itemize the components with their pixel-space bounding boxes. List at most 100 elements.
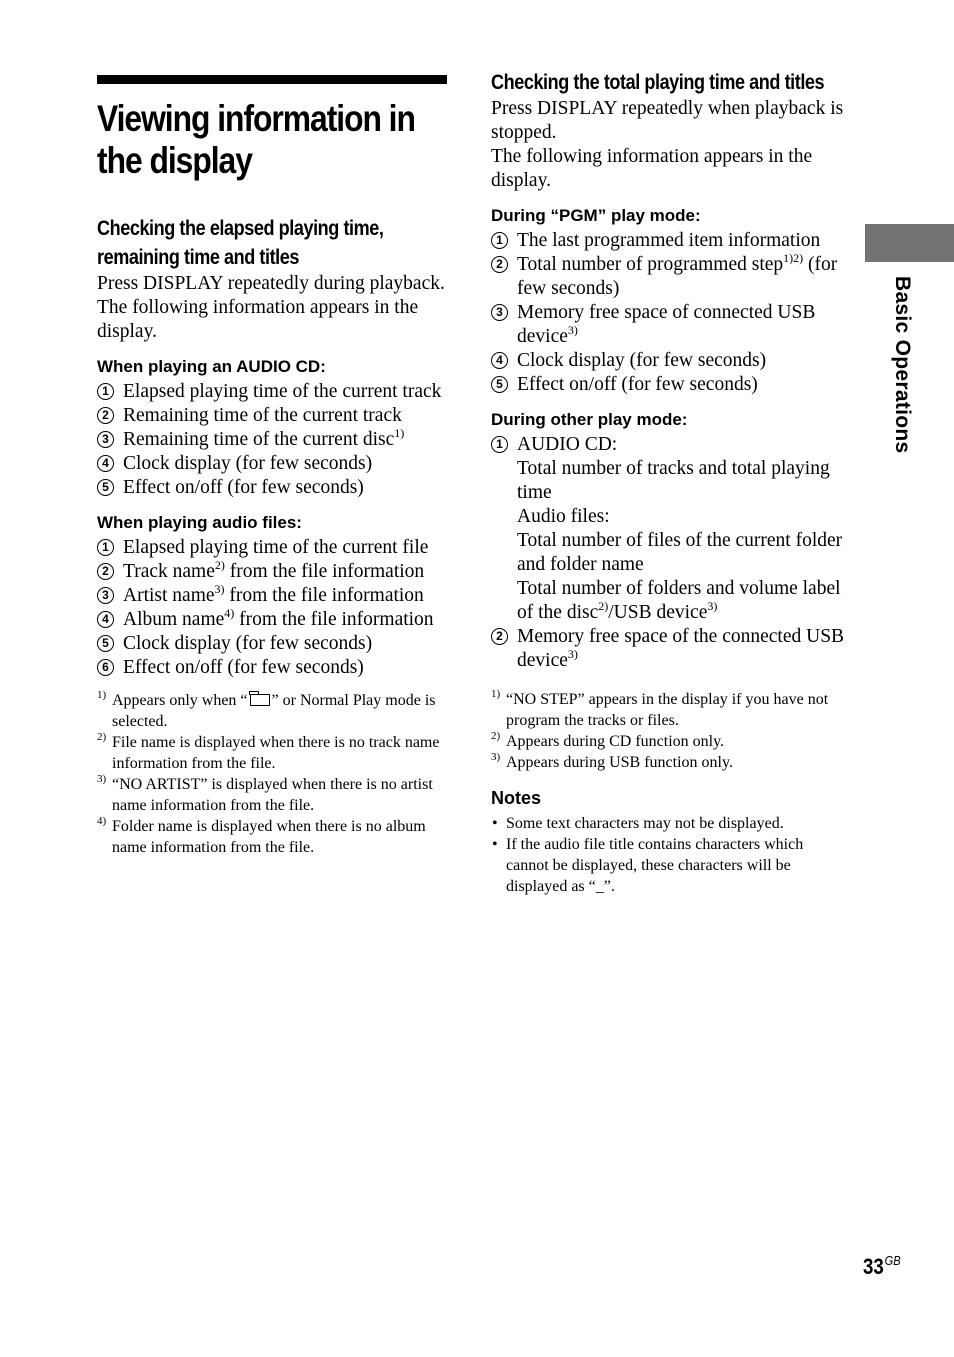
circled-number: 1 — [97, 383, 114, 400]
folder-icon — [249, 691, 270, 706]
footnote-mark: 3) — [97, 773, 107, 785]
subheading-pgm-mode: During “PGM” play mode: — [491, 206, 701, 225]
circled-number: 5 — [97, 635, 114, 652]
item-label: AUDIO CD: — [517, 434, 618, 455]
footnote-ref: 2) — [598, 599, 609, 613]
intro-paragraph: The following information appears in the… — [491, 146, 813, 191]
footnote-text: Appears during USB function only. — [506, 754, 733, 771]
list-item: 6 Effect on/off (for few seconds) — [97, 656, 449, 680]
footnote-ref: 3) — [567, 323, 578, 337]
item-text: Clock display (for few seconds) — [123, 453, 373, 474]
item-text: Album name — [123, 609, 225, 630]
intro-paragraph: The following information appears in the… — [97, 297, 419, 342]
subheading-audio-cd: When playing an AUDIO CD: — [97, 357, 326, 376]
item-text: Memory free space of the connected USB d… — [517, 626, 845, 671]
footnote-mark: 1) — [97, 689, 107, 701]
footnote-ref: 3) — [567, 647, 578, 661]
audio-cd-list: 1 Elapsed playing time of the current tra… — [97, 380, 449, 500]
circled-number: 4 — [97, 455, 114, 472]
footnote-text: Appears during CD function only. — [506, 733, 725, 750]
circled-number: 4 — [491, 352, 508, 369]
audio-files-list: 1 Elapsed playing time of the current fil… — [97, 536, 449, 680]
footnote-ref: 2) — [214, 558, 225, 572]
list-item: 1 Elapsed playing time of the current tra… — [97, 380, 449, 404]
circled-number: 6 — [97, 659, 114, 676]
item-text: Elapsed playing time of the current trac… — [123, 381, 442, 402]
subheading-audio-files: When playing audio files: — [97, 513, 302, 532]
footnote: 1) Appears only when “” or Normal Play mo… — [97, 689, 449, 732]
footnote-text: Appears only when “ — [112, 692, 248, 709]
footnote-ref: 3) — [214, 582, 225, 596]
footnote-text: “NO ARTIST” is displayed when there is n… — [112, 776, 433, 814]
list-item: 1 The last programmed item information — [491, 229, 847, 253]
item-text-rest: from the file information — [224, 561, 425, 582]
circled-number: 2 — [97, 407, 114, 424]
footnote-ref: 3) — [707, 599, 718, 613]
intro-paragraph: Press DISPLAY repeatedly during playback… — [97, 273, 445, 294]
item-line: Audio files: — [517, 506, 610, 527]
circled-number: 3 — [97, 431, 114, 448]
other-mode-list: 1 AUDIO CD: Total number of tracks and t… — [491, 433, 847, 673]
page-number: 33GB — [863, 1253, 901, 1280]
section-title-elapsed: Checking the elapsed playing time, remai… — [97, 217, 384, 269]
footnote-mark: 2) — [97, 731, 107, 743]
footnote-text: Folder name is displayed when there is n… — [112, 818, 426, 856]
item-text: Clock display (for few seconds) — [123, 633, 373, 654]
item-text: Total number of programmed step — [517, 254, 784, 275]
notes-heading: Notes — [491, 788, 542, 808]
list-item: 4 Clock display (for few seconds) — [491, 349, 847, 373]
list-item: 5 Effect on/off (for few seconds) — [491, 373, 847, 397]
footnote-text: File name is displayed when there is no … — [112, 734, 440, 772]
page-title: Viewing information in the display — [97, 98, 416, 181]
page-number-suffix: GB — [884, 1253, 901, 1268]
circled-number: 3 — [97, 587, 114, 604]
item-text: Elapsed playing time of the current file — [123, 537, 429, 558]
footnote-ref: 1)2) — [783, 251, 804, 265]
footnote-text: “NO STEP” appears in the display if you … — [506, 691, 829, 729]
item-text: Clock display (for few seconds) — [517, 350, 767, 371]
item-text: The last programmed item information — [517, 230, 821, 251]
left-column: Viewing information in the display Check… — [97, 75, 449, 858]
list-item: 2 Remaining time of the current track — [97, 404, 449, 428]
circled-number: 2 — [491, 256, 508, 273]
list-item: 5 Clock display (for few seconds) — [97, 632, 449, 656]
circled-number: 2 — [491, 628, 508, 645]
circled-number: 3 — [491, 304, 508, 321]
subheading-other-mode: During other play mode: — [491, 410, 688, 429]
item-text: Effect on/off (for few seconds) — [517, 374, 758, 395]
section-tab-marker — [865, 224, 954, 262]
section-title-total: Checking the total playing time and titl… — [491, 71, 825, 94]
item-text: Track name — [123, 561, 215, 582]
circled-number: 5 — [491, 376, 508, 393]
item-text: Effect on/off (for few seconds) — [123, 477, 364, 498]
item-text: Remaining time of the current disc — [123, 429, 395, 450]
title-rule — [97, 75, 447, 84]
pgm-mode-list: 1 The last programmed item information 2T… — [491, 229, 847, 397]
list-item: 2 Memory free space of the connected USB … — [491, 625, 847, 673]
circled-number: 2 — [97, 563, 114, 580]
list-item: 3 Artist name3) from the file information — [97, 582, 449, 608]
list-item: 1 Elapsed playing time of the current fil… — [97, 536, 449, 560]
circled-number: 1 — [491, 436, 508, 453]
list-item: 5 Effect on/off (for few seconds) — [97, 476, 449, 500]
right-column: Checking the total playing time and titl… — [491, 68, 847, 897]
list-item: 2 Track name2) from the file information — [97, 558, 449, 584]
item-text-rest: from the file information — [224, 585, 424, 606]
footnote-mark: 2) — [491, 730, 501, 742]
list-item: 2 Total number of programmed step1)2) (fo… — [491, 251, 847, 301]
footnotes-right: 1) “NO STEP” appears in the display if yo… — [491, 688, 847, 773]
circled-number: 5 — [97, 479, 114, 496]
footnotes-left: 1) Appears only when “” or Normal Play mo… — [97, 689, 449, 858]
footnote-mark: 1) — [491, 688, 501, 700]
circled-number: 1 — [97, 539, 114, 556]
page-number-value: 33 — [863, 1254, 884, 1279]
item-text-rest: from the file information — [234, 609, 434, 630]
section-tab-label: Basic Operations — [891, 276, 914, 454]
footnote-mark: 4) — [97, 815, 107, 827]
item-line: Total number of tracks and total playing… — [517, 458, 830, 503]
footnote: 3) Appears during USB function only. — [491, 751, 847, 773]
item-text: Effect on/off (for few seconds) — [123, 657, 364, 678]
footnote-mark: 3) — [491, 751, 501, 763]
footnote: 2) File name is displayed when there is n… — [97, 731, 449, 774]
footnote: 3) “NO ARTIST” is displayed when there is… — [97, 773, 449, 816]
